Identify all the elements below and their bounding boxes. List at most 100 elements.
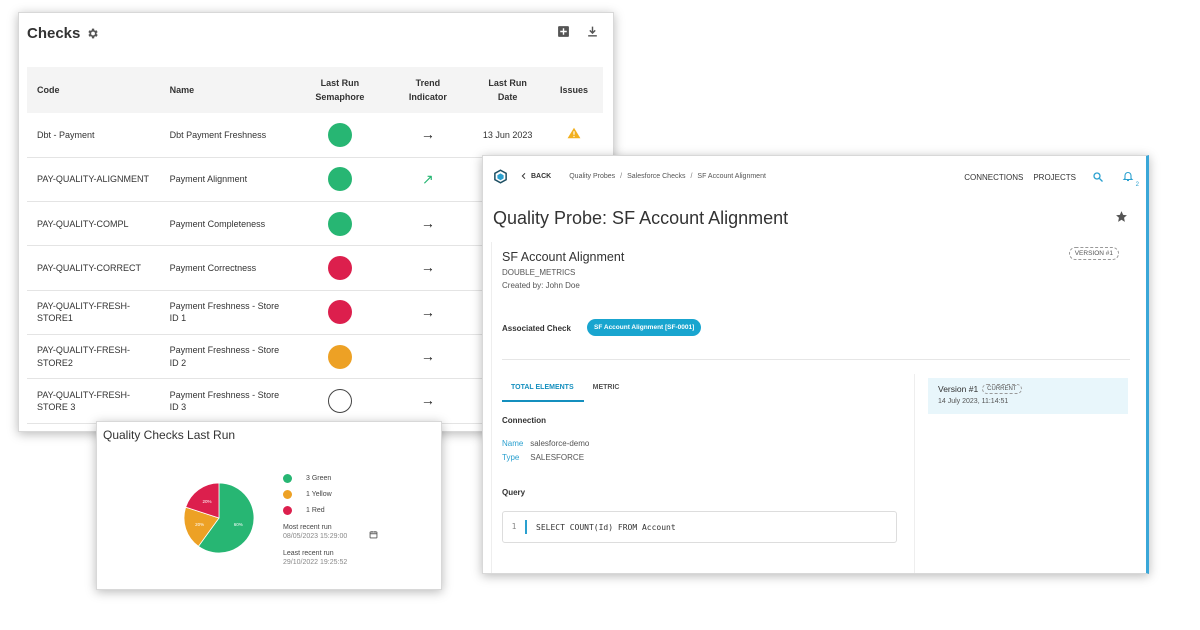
version-badge: VERSION #1 — [1068, 247, 1119, 260]
nav-connections[interactable]: CONNECTIONS — [964, 173, 1023, 182]
breadcrumb-item[interactable]: Quality Probes — [569, 173, 615, 180]
app-logo-icon[interactable] — [493, 168, 508, 184]
pie-title: Quality Checks Last Run — [103, 428, 236, 442]
semaphore-indicator — [327, 300, 352, 325]
search-icon[interactable] — [1092, 171, 1104, 183]
gear-icon[interactable] — [86, 27, 99, 40]
legend-label: 1 Yellow — [306, 490, 332, 498]
tab-total-elements[interactable]: TOTAL ELEMENTS — [502, 380, 584, 402]
warning-icon[interactable] — [567, 127, 581, 139]
legend-label: 3 Green — [306, 474, 332, 482]
legend-swatch — [283, 489, 292, 499]
probe-panel: BACK Quality Probes / Salesforce Checks / SF… — [482, 155, 1149, 574]
pie-slice-label: 20% — [195, 522, 204, 527]
table-header-row: Code Name Last Run Semaphore Trend Indic… — [27, 67, 603, 113]
checks-toolbar — [557, 25, 599, 38]
trend-icon: → — [420, 348, 435, 365]
breadcrumb: Quality Probes / Salesforce Checks / SF Acco… — [569, 173, 766, 180]
cell-trend: → — [385, 201, 471, 247]
trend-icon: ↗ — [422, 170, 434, 187]
version-title: Version #1 — [938, 384, 979, 394]
cell-name: Payment Correctness — [159, 245, 295, 291]
back-button[interactable]: BACK — [520, 172, 551, 180]
pie-chart: 60% 20% 20% — [183, 482, 255, 554]
cell-trend: → — [385, 113, 471, 158]
legend-swatch — [283, 505, 292, 515]
connection-name-value: salesforce-demo — [530, 439, 590, 448]
cell-name: Payment Freshness - Store ID 3 — [159, 378, 295, 424]
cell-code: PAY-QUALITY-ALIGNMENT — [27, 157, 160, 203]
trend-icon: → — [420, 303, 435, 320]
cell-issues — [544, 113, 603, 158]
pie-slice-label: 20% — [203, 499, 212, 504]
version-date: 14 July 2023, 11:14:51 — [938, 398, 1009, 405]
semaphore-indicator — [327, 344, 352, 369]
nav-projects[interactable]: PROJECTS — [1033, 173, 1076, 182]
most-recent-run: Most recent run 08/05/2023 15:29:00 — [283, 524, 378, 540]
associated-check-chip[interactable]: SF Account Alignment [SF-0001] — [587, 319, 702, 336]
legend-item: 3 Green — [283, 470, 347, 486]
connection-name-key: Name — [502, 439, 524, 448]
cell-code: PAY-QUALITY-CORRECT — [27, 245, 160, 291]
cell-trend: → — [385, 245, 471, 291]
calendar-icon — [369, 531, 378, 539]
legend-item: 1 Yellow — [283, 486, 347, 502]
query-text: SELECT COUNT(Id) FROM Account — [536, 522, 676, 532]
probe-name: SF Account Alignment — [502, 250, 625, 264]
col-date[interactable]: Last Run Date — [470, 67, 545, 113]
most-recent-value: 08/05/2023 15:29:00 — [283, 533, 348, 540]
query-editor[interactable]: 1 SELECT COUNT(Id) FROM Account — [502, 511, 897, 543]
cell-trend: → — [385, 334, 471, 380]
add-box-icon[interactable] — [557, 25, 570, 38]
legend-label: 1 Red — [306, 506, 325, 514]
breadcrumb-item: SF Account Alignment — [697, 172, 766, 180]
tab-metric[interactable]: METRIC — [584, 380, 630, 402]
checks-header: Checks — [27, 25, 99, 42]
table-row[interactable]: Dbt - Payment Dbt Payment Freshness → 13 Ju… — [27, 113, 603, 158]
cell-code: PAY-QUALITY-FRESH-STORE1 — [27, 290, 160, 335]
semaphore-indicator — [327, 211, 352, 236]
cell-name: Payment Alignment — [159, 157, 295, 203]
connection-type-key: Type — [502, 453, 520, 462]
connection-label: Connection — [502, 416, 546, 425]
cell-trend: → — [385, 378, 471, 424]
cell-semaphore — [294, 245, 386, 291]
cell-date: 13 Jun 2023 — [470, 113, 545, 158]
download-icon[interactable] — [586, 25, 599, 38]
pie-legend: 3 Green 1 Yellow 1 Red Most recent run 08/… — [283, 470, 378, 566]
cell-semaphore — [294, 290, 386, 335]
breadcrumb-item[interactable]: Salesforce Checks — [627, 173, 685, 180]
cell-trend: ↗ — [385, 157, 471, 203]
col-issues[interactable]: Issues — [544, 67, 603, 113]
connection-name-row: Name salesforce-demo — [502, 439, 589, 448]
star-icon[interactable] — [1115, 210, 1128, 223]
semaphore-indicator — [327, 256, 352, 281]
semaphore-indicator — [327, 388, 352, 413]
pie-slice-label: 60% — [234, 522, 243, 527]
cell-name: Payment Completeness — [159, 201, 295, 247]
top-nav: CONNECTIONS PROJECTS 2 — [964, 170, 1139, 188]
probe-type: DOUBLE_METRICS — [502, 268, 576, 277]
bell-icon — [1122, 172, 1134, 182]
divider — [502, 359, 1130, 360]
trend-icon: → — [420, 126, 435, 143]
back-label: BACK — [531, 172, 552, 180]
line-number: 1 — [503, 520, 527, 534]
breadcrumb-separator: / — [690, 172, 693, 180]
cell-semaphore — [294, 113, 386, 158]
col-semaphore[interactable]: Last Run Semaphore — [294, 67, 386, 113]
least-recent-value: 29/10/2022 19:25:52 — [283, 559, 348, 566]
cell-code: PAY-QUALITY-FRESH-STORE2 — [27, 334, 160, 380]
least-recent-label: Least recent run — [283, 550, 334, 557]
col-trend[interactable]: Trend Indicator — [385, 67, 471, 113]
notifications-button[interactable]: 2 — [1122, 170, 1139, 188]
col-code[interactable]: Code — [27, 67, 160, 113]
semaphore-indicator — [327, 167, 352, 192]
semaphore-indicator — [327, 122, 352, 147]
current-badge: CURRENT — [982, 384, 1022, 394]
query-label: Query — [502, 488, 526, 497]
col-name[interactable]: Name — [159, 67, 295, 113]
legend-item: 1 Red — [283, 502, 347, 518]
cell-code: PAY-QUALITY-FRESH-STORE 3 — [27, 378, 160, 424]
version-card[interactable]: Version #1 CURRENT 14 July 2023, 11:14:5… — [928, 378, 1128, 414]
